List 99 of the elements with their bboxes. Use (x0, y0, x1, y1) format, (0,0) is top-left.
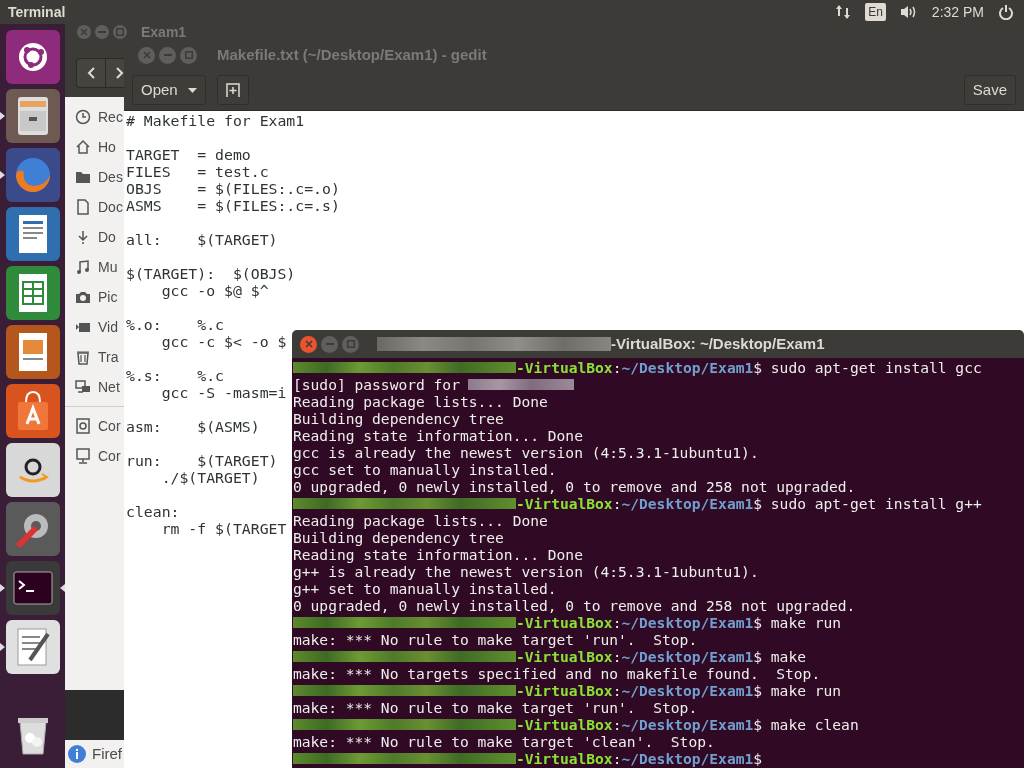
close-button[interactable] (300, 335, 317, 353)
prompt-line: -VirtualBox:~/Desktop/Exam1$ (516, 750, 763, 767)
code-line: gcc -S -masm=i (160, 384, 287, 401)
code-line: OBJS = $(FILES:.c=.o) (126, 180, 340, 197)
caret-icon (187, 87, 197, 93)
network-icon[interactable] (835, 4, 852, 20)
prompt-line: -VirtualBox:~/Desktop/Exam1$ sudo apt-get install gcc (516, 359, 982, 376)
maximize-icon (346, 340, 355, 348)
clock[interactable]: 2:32 PM (931, 1, 984, 23)
output-line: g++ is already the newest version (4:5.3.1-1ubuntu1). (293, 563, 759, 580)
output-line: Reading package lists... Done (293, 393, 548, 410)
code-line: FILES = test.c (126, 163, 269, 180)
window-title: Exam1 (141, 24, 187, 40)
sidebar-item[interactable]: Rec (65, 102, 124, 132)
output-line: make: *** No rule to make target 'clean'. Stop. (293, 733, 715, 750)
minimize-icon (325, 343, 334, 345)
open-button[interactable]: Open (132, 75, 206, 105)
close-icon (80, 28, 88, 36)
prompt-line: -VirtualBox:~/Desktop/Exam1$ sudo apt-get install g++ (516, 495, 982, 512)
code-line: asm: $(ASMS) (126, 418, 260, 435)
code-line: ASMS = $(FILES:.c=.s) (126, 197, 340, 214)
maximize-icon (116, 28, 124, 36)
output-line: Building dependency tree (293, 529, 504, 546)
prompt-line: -VirtualBox:~/Desktop/Exam1$ make clean (516, 716, 859, 733)
launcher-item[interactable] (5, 30, 60, 84)
camera-icon (75, 289, 91, 305)
close-icon (142, 51, 151, 59)
prompt-line: -VirtualBox:~/Desktop/Exam1$ make run (516, 682, 842, 699)
save-button[interactable]: Save (963, 75, 1016, 105)
clock-icon (75, 109, 91, 125)
code-line: ./$(TARGET) (160, 469, 260, 486)
output-line: make: *** No rule to make target 'run'. Stop. (293, 699, 698, 716)
launcher-item[interactable] (5, 502, 60, 556)
output-line: 0 upgraded, 0 newly installed, 0 to remove and 258 not upgraded. (293, 597, 856, 614)
launcher-item[interactable] (5, 89, 60, 143)
new-tab-icon (225, 83, 240, 97)
output-line: g++ set to manually installed. (293, 580, 557, 597)
code-line: rm -f $(TARGET (160, 520, 287, 537)
maximize-icon (184, 51, 193, 59)
sidebar-item[interactable]: Vid (65, 312, 124, 342)
computer-icon (75, 448, 91, 464)
output-line: Reading state information... Done (293, 546, 583, 563)
launcher-item[interactable] (5, 207, 60, 261)
volume-icon[interactable] (899, 4, 918, 20)
output-line: gcc is already the newest version (4:5.3.1-1ubuntu1). (293, 444, 759, 461)
output-line: Reading package lists... Done (293, 512, 548, 529)
code-line: %.s: %.c (126, 367, 224, 384)
new-tab-button[interactable] (216, 75, 249, 105)
code-line: all: $(TARGET) (126, 231, 278, 248)
output-line: gcc set to manually installed. (293, 461, 557, 478)
minimize-icon (98, 31, 106, 33)
prompt-line: -VirtualBox:~/Desktop/Exam1$ make run (516, 614, 842, 631)
network-icon (75, 379, 91, 395)
sidebar-item[interactable]: Do (65, 222, 124, 252)
code-line: run: $(TARGET) (126, 452, 278, 469)
code-line: %.o: %.c (126, 316, 224, 333)
status-text: Firef (92, 743, 122, 764)
folder-icon (75, 169, 91, 185)
download-icon (75, 229, 91, 245)
drive-icon (75, 418, 91, 434)
output-line: make: *** No rule to make target 'run'. Stop. (293, 631, 698, 648)
keyboard-layout-indicator[interactable]: En (865, 3, 886, 21)
output-line: make: *** No targets specified and no makefile found. Stop. (293, 665, 821, 682)
sidebar-item[interactable]: Mu (65, 252, 124, 282)
code-line: gcc -c $< -o $ (160, 333, 287, 350)
output-line: Reading state information... Done (293, 427, 583, 444)
code-line: clean: (126, 503, 180, 520)
sidebar-item[interactable]: Doc (65, 192, 124, 222)
document-icon (75, 199, 91, 215)
sidebar-item[interactable]: Tra (65, 342, 124, 372)
window-title: Makefile.txt (~/Desktop/Exam1) - gedit (217, 44, 487, 65)
output-line: Building dependency tree (293, 410, 504, 427)
sidebar-item[interactable]: Pic (65, 282, 124, 312)
code-line: $(TARGET): $(OBJS) (126, 265, 296, 282)
trash-icon (75, 349, 91, 365)
prompt-line: -VirtualBox:~/Desktop/Exam1$ make (516, 648, 806, 665)
power-icon[interactable] (998, 4, 1014, 20)
code-line: TARGET = demo (126, 146, 251, 163)
sidebar-item[interactable]: Des (65, 162, 124, 192)
sidebar-item[interactable]: Net (65, 372, 124, 402)
home-icon (75, 139, 91, 155)
launcher-item[interactable] (5, 443, 60, 497)
sidebar-item[interactable]: Cor (65, 441, 124, 471)
close-icon (304, 340, 313, 348)
code-line: gcc -o $@ $^ (160, 282, 269, 299)
music-note-icon (75, 259, 91, 275)
launcher-item[interactable] (5, 325, 60, 379)
launcher-item[interactable] (5, 620, 60, 674)
launcher-item[interactable] (5, 384, 60, 438)
sidebar-item[interactable]: Ho (65, 132, 124, 162)
window-title: -VirtualBox: ~/Desktop/Exam1 (611, 333, 825, 354)
info-icon (68, 745, 86, 763)
minimize-icon (163, 54, 172, 56)
launcher-item[interactable] (5, 266, 60, 320)
active-app-title: Terminal (8, 2, 66, 22)
output-line: 0 upgraded, 0 newly installed, 0 to remove and 258 not upgraded. (293, 478, 856, 495)
code-line: # Makefile for Exam1 (126, 112, 305, 129)
output-line: [sudo] password for (293, 376, 460, 393)
sidebar-item[interactable]: Cor (65, 411, 124, 441)
